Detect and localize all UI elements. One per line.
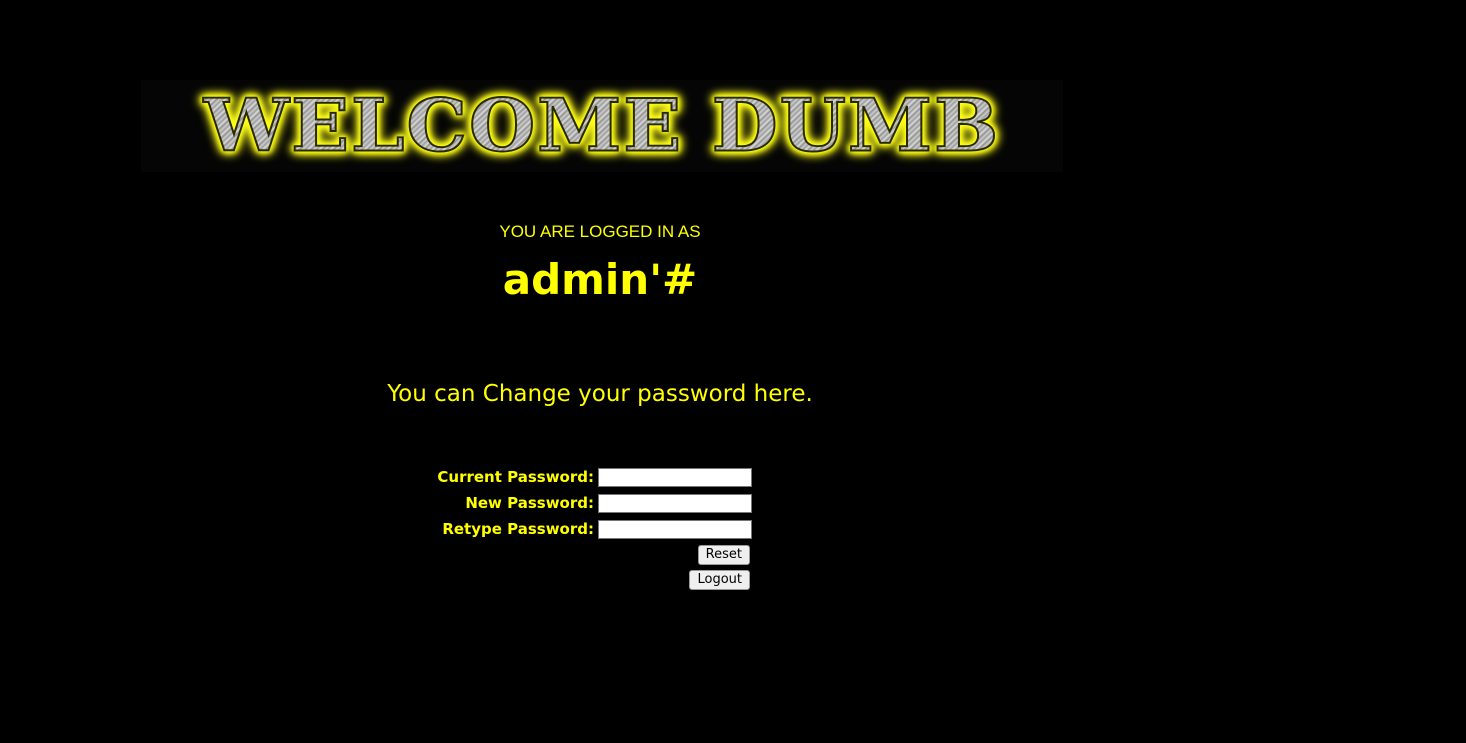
logged-in-label: YOU ARE LOGGED IN AS: [499, 222, 701, 241]
logout-button-row: Logout: [400, 567, 752, 592]
logout-button[interactable]: Logout: [689, 569, 750, 590]
retype-password-input[interactable]: [598, 519, 752, 539]
change-password-form: Current Password: New Password: Retype P…: [400, 464, 752, 592]
retype-password-row: Retype Password:: [400, 516, 752, 542]
change-password-instructions: You can Change your password here.: [387, 381, 813, 407]
username-display: admin'#: [502, 255, 698, 304]
current-password-input[interactable]: [598, 467, 752, 487]
new-password-label: New Password:: [465, 494, 594, 512]
current-password-label: Current Password:: [437, 468, 594, 486]
page: WELCOME DUMB YOU ARE LOGGED IN AS admin'…: [0, 0, 1466, 743]
reset-button[interactable]: Reset: [697, 544, 750, 565]
new-password-row: New Password:: [400, 490, 752, 516]
new-password-input[interactable]: [598, 493, 752, 513]
retype-password-label: Retype Password:: [442, 520, 594, 538]
current-password-row: Current Password:: [400, 464, 752, 490]
reset-button-row: Reset: [400, 542, 752, 567]
welcome-banner: WELCOME DUMB: [141, 80, 1063, 172]
welcome-banner-logo: WELCOME DUMB: [203, 83, 1001, 168]
